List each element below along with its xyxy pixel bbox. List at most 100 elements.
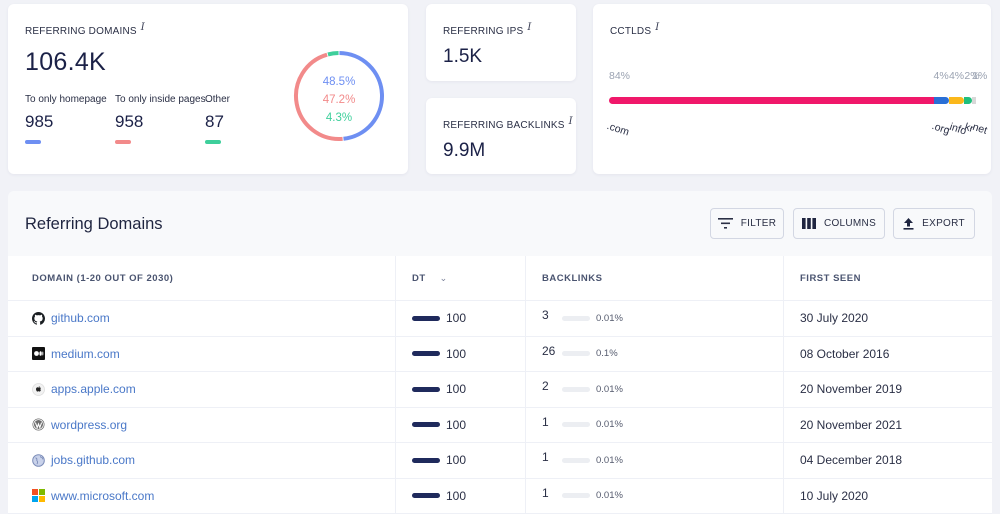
referring-domains-label: Referring Domains i [25, 22, 145, 37]
cell-backlinks: 26 0.1% [526, 336, 784, 371]
referring-backlinks-label: Referring Backlinks i [443, 116, 573, 131]
table-row[interactable]: www.microsoft.com 100 1 0.01% 10 July 2020 [8, 478, 992, 514]
dt-value: 100 [446, 311, 467, 326]
dt-value: 100 [446, 417, 467, 432]
backlinks-bar [562, 315, 590, 321]
table-row[interactable]: jobs.github.com 100 1 0.01% 04 December 2018 [8, 443, 992, 479]
dt-bar [412, 422, 440, 428]
backlinks-count: 1 [542, 414, 549, 429]
table-row[interactable]: apps.apple.com 100 2 0.01% 20 November 2019 [8, 372, 992, 408]
referring-ips-value: 1.5K [443, 46, 483, 67]
globe-icon [32, 453, 45, 467]
cctld-percent-label: 1% [972, 70, 988, 82]
referring-domains-title: Referring Domains [25, 26, 137, 37]
header-first-seen-label: FIRST SEEN [800, 272, 861, 284]
dt-bar [412, 315, 440, 321]
dt-bar [412, 351, 440, 357]
breakdown-value: 958 [115, 112, 144, 131]
header-dt[interactable]: DT ⌄ [396, 256, 526, 300]
first-seen-date: 20 November 2019 [800, 382, 903, 397]
cctld-percent-label: 4% [948, 70, 965, 82]
backlinks-count: 3 [542, 308, 549, 323]
dt-value: 100 [446, 453, 467, 468]
cell-domain: apps.apple.com [8, 372, 396, 407]
cctld-segment-net[interactable] [972, 97, 976, 104]
info-icon[interactable]: i [569, 116, 573, 127]
breakdown-other: Other 87 [205, 82, 300, 144]
domain-link[interactable]: wordpress.org [51, 418, 127, 432]
header-domain[interactable]: DOMAIN (1-20 OUT OF 2030) [8, 256, 396, 300]
github-icon [32, 311, 45, 325]
dt-value: 100 [446, 382, 467, 397]
first-seen-date: 04 December 2018 [800, 453, 903, 468]
columns-button[interactable]: COLUMNS [793, 208, 885, 239]
export-button[interactable]: EXPORT [893, 208, 975, 239]
donut-label-inside: 47.2% [323, 94, 356, 106]
domain-link[interactable]: medium.com [51, 347, 120, 361]
breakdown-swatch [115, 140, 131, 144]
breakdown-value: 87 [205, 112, 224, 131]
backlinks-count: 1 [542, 485, 549, 500]
referring-backlinks-title: Referring Backlinks [443, 120, 565, 131]
backlinks-percent: 0.01% [596, 312, 623, 324]
wordpress-icon [32, 418, 45, 431]
cell-domain: www.microsoft.com [8, 478, 396, 513]
cell-domain: wordpress.org [8, 407, 396, 442]
referring-ips-title: Referring IPs [443, 26, 524, 37]
backlinks-count: 26 [542, 343, 556, 358]
backlinks-percent: 0.01% [596, 454, 623, 466]
dt-value: 100 [446, 488, 467, 503]
domain-link[interactable]: apps.apple.com [51, 382, 136, 396]
info-icon[interactable]: i [655, 22, 659, 33]
breakdown-label: To only homepage [25, 94, 107, 105]
cell-domain: jobs.github.com [8, 443, 396, 478]
cell-dt: 100 [396, 336, 526, 371]
table-row[interactable]: medium.com 100 26 0.1% 08 October 2016 [8, 336, 992, 372]
cell-dt: 100 [396, 372, 526, 407]
chevron-down-icon[interactable]: ⌄ [440, 273, 448, 284]
backlinks-percent: 0.01% [596, 383, 623, 395]
cctld-segment-org[interactable] [933, 97, 949, 104]
backlinks-percent: 0.01% [596, 419, 623, 431]
cell-dt: 100 [396, 443, 526, 478]
info-icon[interactable]: i [527, 22, 531, 33]
referring-ips-label: Referring IPs i [443, 22, 532, 37]
cell-backlinks: 2 0.01% [526, 372, 784, 407]
backlinks-bar [562, 493, 590, 499]
first-seen-date: 08 October 2016 [800, 346, 890, 361]
table-row[interactable]: wordpress.org 100 1 0.01% 20 November 2021 [8, 407, 992, 443]
referring-backlinks-value: 9.9M [443, 140, 486, 161]
referring-ips-card: Referring IPs i 1.5K [426, 4, 576, 81]
first-seen-date: 30 July 2020 [800, 311, 869, 326]
referring-domains-total: 106.4K [25, 48, 107, 76]
export-label: EXPORT [922, 218, 965, 229]
cctlds-stacked-bar [609, 97, 976, 104]
cctlds-title: ccTLDs [610, 26, 652, 37]
header-domain-label: DOMAIN (1-20 OUT OF 2030) [32, 272, 174, 284]
table-row[interactable]: github.com 100 3 0.01% 30 July 2020 [8, 301, 992, 337]
domain-link[interactable]: github.com [51, 311, 110, 325]
first-seen-date: 20 November 2021 [800, 417, 903, 432]
filter-button[interactable]: FILTER [710, 208, 784, 239]
cctld-segment-kr[interactable] [964, 97, 973, 104]
columns-label: COLUMNS [823, 218, 877, 229]
header-first-seen[interactable]: FIRST SEEN [784, 256, 992, 300]
backlinks-count: 2 [542, 379, 549, 394]
dt-bar [412, 386, 440, 392]
cell-backlinks: 3 0.01% [526, 301, 784, 336]
backlinks-percent: 0.01% [596, 490, 623, 502]
breakdown-label: Other [205, 94, 231, 105]
cctld-segment-info[interactable] [948, 97, 965, 104]
domain-link[interactable]: jobs.github.com [51, 453, 135, 467]
cctld-percent-label: 84% [609, 70, 631, 82]
donut-slice-2[interactable] [327, 51, 339, 57]
header-backlinks[interactable]: BACKLINKS [526, 256, 784, 300]
header-backlinks-label: BACKLINKS [542, 272, 603, 284]
referring-domains-panel: Referring Domains FILTER COLUMNS EXPORT … [8, 191, 992, 514]
referring-domains-card: Referring Domains i 106.4K To only homepa… [8, 4, 408, 174]
cell-first-seen: 04 December 2018 [784, 443, 992, 478]
info-icon[interactable]: i [141, 22, 145, 33]
cctld-segment-com[interactable] [609, 97, 934, 104]
domain-link[interactable]: www.microsoft.com [51, 489, 154, 503]
cctld-percent-label: 4% [933, 70, 949, 82]
